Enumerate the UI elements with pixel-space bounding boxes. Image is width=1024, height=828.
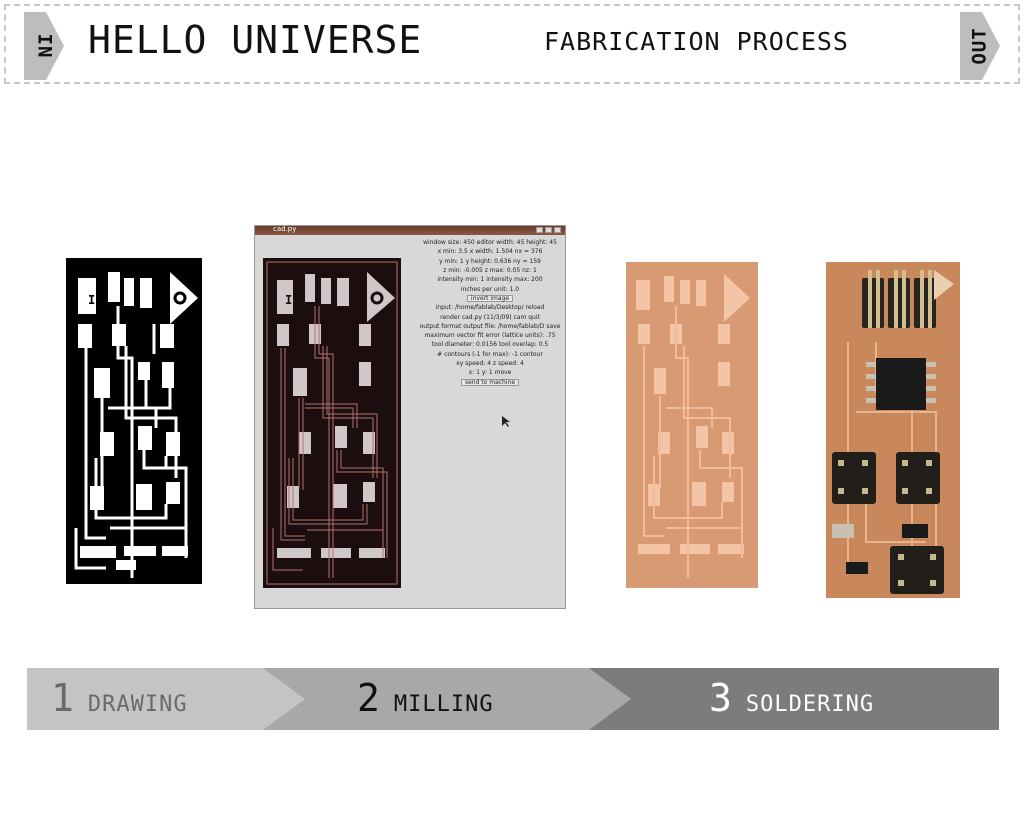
invert-image-button: invert image — [466, 294, 514, 302]
cad-row: input: /home/fablab/Desktop/ reload — [435, 304, 545, 312]
out-tag: OUT — [960, 12, 1000, 80]
cad-row: xy speed: 4 z speed: 4 — [456, 360, 524, 367]
step-label: DRAWING — [87, 692, 188, 717]
cad-row: intensity min: 1 intensity max: 200 — [437, 276, 543, 284]
svg-text:I: I — [88, 293, 95, 307]
cad-row: # contours (-1 for max): -1 contour — [437, 350, 543, 358]
mouse-cursor-icon — [502, 416, 510, 427]
cad-software-screenshot: cad.py I window size: 450 editor width: … — [254, 225, 566, 609]
cad-row: tool diameter: 0.0156 tool overlap: 0.5 — [431, 341, 549, 349]
in-label: IN — [32, 33, 55, 59]
window-titlebar: cad.py — [255, 225, 565, 235]
out-label: OUT — [968, 27, 991, 65]
step-number: 1 — [51, 676, 74, 720]
process-steps-bar: 1 DRAWING 2 MILLING 3 SOLDERING — [27, 668, 999, 730]
soldered-board-photo — [826, 262, 960, 598]
minimize-icon — [536, 227, 543, 233]
step-number: 3 — [709, 676, 732, 720]
in-tag: IN — [24, 12, 64, 80]
cad-row: inches per unit: 1.0 — [460, 285, 520, 293]
window-title: cad.py — [273, 225, 297, 233]
page-subtitle: FABRICATION PROCESS — [544, 27, 849, 56]
step-label: SOLDERING — [745, 692, 875, 717]
step-label: MILLING — [393, 692, 494, 717]
process-step-soldering: 3 SOLDERING — [709, 676, 874, 722]
pcb-drawing-image: I — [66, 258, 202, 584]
page-title: HELLO UNIVERSE — [88, 18, 423, 62]
close-icon — [554, 227, 561, 233]
cad-row: y min: 1 y height: 0.636 ny = 159 — [439, 257, 541, 265]
cad-row: output format output file: /home/fablab/… — [419, 322, 561, 330]
cad-row: window size: 450 editor width: 45 height… — [423, 239, 557, 247]
toolpath-preview: I — [263, 258, 401, 588]
cad-control-panel: window size: 450 editor width: 45 height… — [415, 238, 565, 608]
process-step-milling: 2 MILLING — [357, 676, 494, 722]
cad-row: maximum vector fit error (lattice units)… — [424, 332, 556, 340]
maximize-icon — [545, 227, 552, 233]
process-step-drawing: 1 DRAWING — [51, 676, 188, 722]
cad-row: render cad.py (11/3/09) cam quit — [440, 313, 540, 321]
svg-text:I: I — [285, 293, 292, 307]
cad-row: z min: -0.005 z max: 0.05 nz: 1 — [443, 267, 537, 275]
step-number: 2 — [357, 676, 380, 720]
milled-board-photo — [626, 262, 758, 588]
send-to-machine-button: send to machine — [460, 378, 520, 386]
cad-row: x min: 3.5 x width: 1.504 nx = 376 — [437, 248, 543, 256]
cad-row: x: 1 y: 1 move — [468, 369, 512, 377]
